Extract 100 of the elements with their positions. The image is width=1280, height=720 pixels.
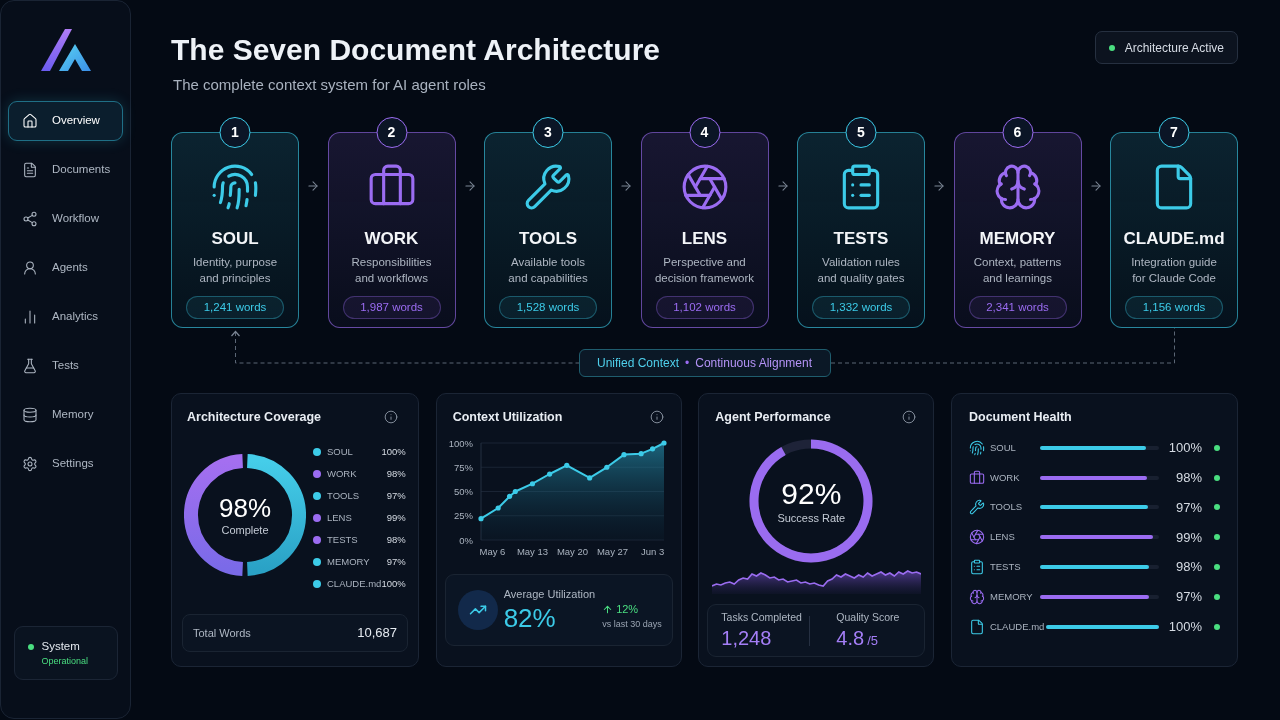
pill-separator: • (685, 355, 690, 372)
legend-value: 98% (386, 532, 406, 547)
ring-caption: Success Rate (777, 511, 846, 525)
data-point (586, 475, 592, 481)
wrench-icon (968, 499, 985, 516)
status-label: System (41, 639, 81, 653)
health-label: TOOLS (989, 500, 1023, 515)
nav-item[interactable]: Settings (8, 444, 123, 484)
nav-item[interactable]: Tests (8, 346, 123, 386)
legend-value: 97% (386, 554, 406, 569)
nav-item[interactable]: Agents (8, 248, 123, 288)
health-label: WORK (989, 470, 1021, 485)
aperture-icon (968, 529, 985, 546)
word-count-badge: 1,528 words (499, 296, 597, 319)
arrow-icon (619, 179, 634, 193)
axis-label: May 13 (516, 546, 548, 557)
legend-label: MEMORY (327, 554, 370, 569)
trend-icon (457, 590, 498, 630)
donut-caption: Complete (221, 523, 269, 537)
document-name: SOUL (211, 228, 259, 249)
data-point (603, 464, 610, 470)
document-icon (22, 162, 38, 178)
health-value: 98% (1174, 468, 1202, 487)
info-icon[interactable] (902, 410, 917, 424)
stat-value: 1,248 (721, 626, 772, 650)
panel-title: Agent Performance (715, 408, 831, 426)
word-count-badge: 1,241 words (186, 296, 284, 319)
pill-label: Unified Context (597, 355, 680, 372)
legend-label: TESTS (327, 532, 358, 547)
arrow-icon (775, 179, 790, 193)
document-description: Identity, purpose and principles (192, 255, 278, 286)
health-label: SOUL (989, 440, 1017, 455)
pill-label: Continuous Alignment (695, 355, 812, 372)
step-number: 4 (689, 117, 720, 148)
stat-value: 4.8 (836, 625, 865, 650)
step-number: 3 (532, 117, 564, 148)
health-label: MEMORY (989, 589, 1034, 604)
document-description: Validation rules and quality gates (817, 255, 905, 286)
document-description: Responsibilities and workflows (351, 255, 432, 286)
health-label: LENS (989, 530, 1016, 545)
data-point (495, 505, 501, 511)
badge-label: Architecture Active (1124, 39, 1224, 57)
axis-label: May 20 (556, 546, 588, 557)
word-count-badge: 2,341 words (968, 296, 1067, 319)
arrow-up-icon (602, 603, 614, 615)
axis-label: 100% (448, 437, 473, 449)
health-value: 97% (1174, 588, 1202, 607)
data-point (638, 451, 644, 457)
legend-label: CLAUDE.md (327, 576, 382, 591)
info-icon[interactable] (649, 410, 664, 424)
legend-label: TOOLS (327, 488, 360, 503)
health-value: 100% (1167, 439, 1202, 458)
total-label: Total Words (193, 625, 251, 641)
flask-icon (22, 358, 38, 374)
info-icon[interactable] (384, 410, 398, 424)
ring-value: 92% (781, 477, 842, 511)
legend-value: 99% (386, 510, 406, 525)
document-description: Available tools and capabilities (508, 255, 588, 286)
stat-suffix: /5 (867, 631, 878, 650)
health-value: 98% (1174, 558, 1202, 577)
person-icon (22, 260, 38, 276)
axis-label: May 6 (479, 546, 506, 557)
legend-label: WORK (327, 466, 357, 481)
step-number: 7 (1158, 117, 1190, 148)
axis-label: Jun 3 (640, 546, 664, 557)
data-point (661, 440, 667, 446)
document-name: CLAUDE.md (1123, 228, 1225, 249)
document-name: LENS (681, 228, 728, 249)
brain-icon (968, 588, 985, 605)
data-point (563, 462, 570, 468)
nav-item[interactable]: Memory (8, 395, 123, 435)
axis-label: May 27 (596, 546, 628, 557)
bar-chart-icon (22, 309, 38, 325)
document-description: Integration guide for Claude Code (1131, 255, 1217, 286)
legend-value: 100% (381, 444, 406, 459)
word-count-badge: 1,102 words (655, 296, 754, 319)
data-point (621, 452, 627, 458)
arrow-icon (932, 179, 947, 193)
change-caption: vs last 30 days (602, 618, 662, 630)
nav-item[interactable]: Documents (8, 150, 123, 190)
document-description: Context, patterns and learnings (973, 255, 1062, 286)
axis-label: 75% (453, 461, 473, 473)
document-name: TESTS (833, 228, 889, 249)
nav-item[interactable]: Overview (8, 101, 123, 141)
nav-item[interactable]: Analytics (8, 297, 123, 337)
health-value: 100% (1167, 617, 1202, 636)
nav-item[interactable]: Workflow (8, 199, 123, 239)
legend-value: 97% (386, 488, 406, 503)
data-point (529, 481, 535, 487)
step-number: 6 (1002, 117, 1033, 148)
home-icon (22, 113, 38, 129)
data-point (546, 471, 552, 477)
axis-label: 25% (453, 510, 473, 522)
page-subtitle: The complete context system for AI agent roles (173, 75, 487, 95)
document-name: WORK (364, 228, 419, 249)
panel-title: Architecture Coverage (187, 408, 322, 426)
legend-value: 100% (381, 576, 406, 591)
word-count-badge: 1,987 words (342, 296, 441, 319)
step-number: 5 (845, 117, 877, 148)
clipboard-list-icon (968, 559, 985, 576)
